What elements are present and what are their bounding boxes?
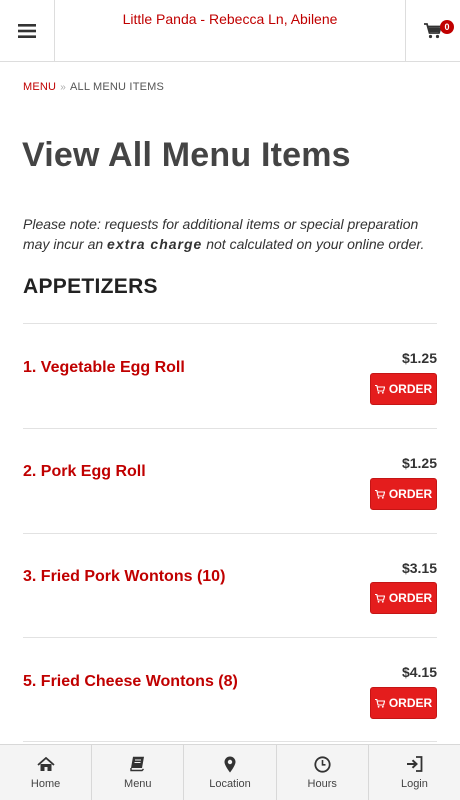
order-button-label: ORDER (388, 382, 433, 396)
divider (23, 533, 437, 534)
order-button[interactable]: ORDER (370, 373, 437, 405)
cart-plus-icon (374, 384, 385, 394)
breadcrumb-current: ALL MENU ITEMS (69, 81, 165, 93)
sign-in-icon (406, 755, 423, 773)
menu-item-name[interactable]: 1. Vegetable Egg Roll (23, 359, 185, 377)
nav-home[interactable]: Home (0, 745, 93, 800)
menu-item-price: $4.15 (401, 664, 437, 680)
breadcrumb-menu-link[interactable]: MENU (23, 81, 56, 93)
home-icon (37, 755, 55, 773)
top-header: Little Panda - Rebecca Ln, Abilene 0 (0, 0, 460, 62)
page-title: View All Menu Items (22, 136, 351, 174)
nav-hours-label: Hours (307, 778, 337, 790)
breadcrumb: MENU » ALL MENU ITEMS (23, 81, 164, 93)
bottom-navigation: Home Menu Location Hours Login (0, 744, 460, 800)
cart-plus-icon (374, 593, 385, 603)
divider (23, 428, 437, 429)
nav-login[interactable]: Login (369, 745, 460, 800)
order-button-label: ORDER (388, 487, 433, 501)
cart-plus-icon (374, 489, 385, 499)
cart-plus-icon (374, 698, 385, 708)
order-button[interactable]: ORDER (370, 478, 437, 510)
breadcrumb-separator: » (60, 82, 66, 93)
restaurant-title[interactable]: Little Panda - Rebecca Ln, Abilene (55, 11, 405, 27)
order-button[interactable]: ORDER (370, 582, 437, 614)
nav-hours[interactable]: Hours (277, 745, 369, 800)
nav-home-label: Home (30, 778, 61, 790)
hamburger-icon (18, 24, 36, 38)
nav-login-label: Login (400, 778, 428, 790)
menu-item-price: $1.25 (401, 455, 437, 471)
order-button-label: ORDER (388, 591, 433, 605)
nav-location[interactable]: Location (184, 745, 277, 800)
cart-count-badge: 0 (440, 20, 454, 34)
hamburger-menu-button[interactable] (0, 0, 55, 62)
clock-icon (314, 755, 331, 773)
divider (23, 637, 437, 638)
note-emphasis: extra charge (107, 236, 203, 252)
cart-button[interactable]: 0 (405, 0, 460, 62)
nav-location-label: Location (209, 778, 251, 790)
menu-item-price: $3.15 (401, 560, 437, 576)
order-button[interactable]: ORDER (370, 687, 437, 719)
special-request-note: Please note: requests for additional ite… (23, 214, 443, 254)
divider (23, 323, 437, 324)
section-heading-appetizers: APPETIZERS (23, 275, 158, 298)
order-button-label: ORDER (388, 696, 433, 710)
map-marker-icon (224, 755, 236, 773)
nav-menu[interactable]: Menu (92, 745, 185, 800)
menu-item-name[interactable]: 5. Fried Cheese Wontons (8) (23, 673, 238, 691)
menu-item-name[interactable]: 3. Fried Pork Wontons (10) (23, 568, 225, 586)
book-icon (130, 755, 145, 773)
nav-menu-label: Menu (124, 778, 152, 790)
note-text-end: not calculated on your online order. (202, 236, 425, 252)
menu-item-name[interactable]: 2. Pork Egg Roll (23, 463, 146, 481)
divider (23, 741, 437, 742)
menu-item-price: $1.25 (401, 350, 437, 366)
